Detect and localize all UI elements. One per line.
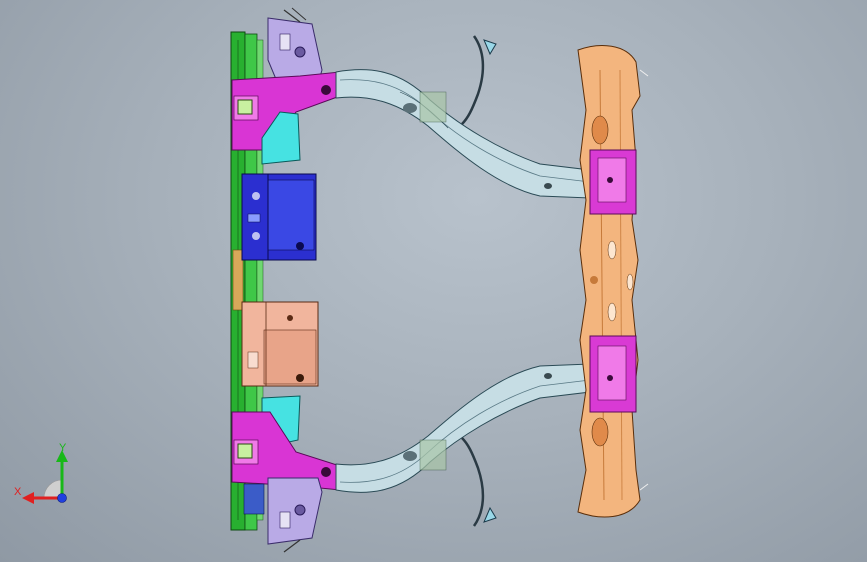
blue-block: [241, 173, 317, 261]
upper-lavender-bracket: [267, 7, 323, 85]
lower-steel-arm: [335, 363, 591, 493]
right-orange-beam: [577, 45, 641, 518]
cad-model[interactable]: [0, 0, 867, 562]
wire-detail-bottom: [639, 483, 649, 491]
x-axis-label: X: [14, 486, 22, 498]
axis-triad-graphic: [22, 450, 68, 504]
salmon-block: [241, 301, 319, 387]
upper-steel-arm: [335, 69, 591, 199]
wire-detail-top: [639, 69, 649, 77]
y-axis-label: Y: [59, 442, 67, 454]
3d-viewport[interactable]: Y X: [0, 0, 867, 562]
axis-triad: Y X: [10, 440, 80, 510]
upper-hook-bracket: [461, 35, 497, 125]
lower-hook-bracket: [461, 437, 497, 527]
